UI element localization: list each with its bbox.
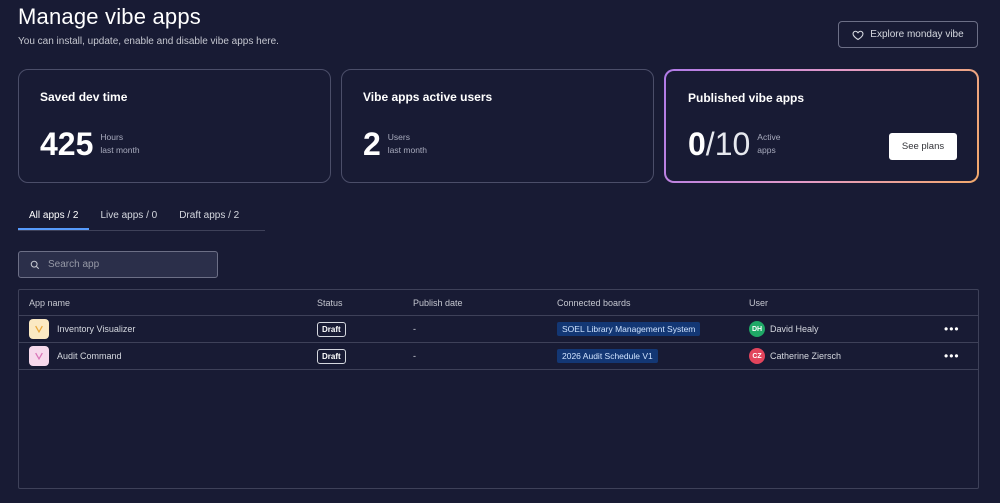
user-cell: CZ Catherine Ziersch [749, 343, 841, 369]
app-icon [29, 319, 49, 339]
row-menu-cell: ••• [944, 343, 960, 369]
caption-bottom: apps [757, 145, 776, 155]
metric-caption: Active apps [757, 131, 780, 157]
column-header-connected-boards: Connected boards [557, 297, 631, 308]
boards-cell: SOEL Library Management System [557, 316, 701, 342]
metric-value: 0/10 [688, 128, 750, 160]
search-box [18, 251, 218, 278]
metric-caption: Users last month [388, 131, 427, 157]
explore-monday-vibe-button[interactable]: Explore monday vibe [838, 21, 978, 48]
publish-date: - [413, 351, 416, 361]
metric-value-main: 0 [688, 126, 706, 162]
apps-table: App name Status Publish date Connected b… [18, 289, 979, 489]
app-name-cell: Inventory Visualizer [29, 316, 135, 342]
caption-top: Active [757, 132, 781, 142]
caption-bottom: last month [387, 145, 428, 155]
filter-tabs: All apps / 2 Live apps / 0 Draft apps / … [18, 202, 265, 231]
column-header-user: User [749, 297, 769, 308]
metric: 425 Hours last month [40, 128, 140, 160]
app-icon [29, 346, 49, 366]
search-icon [30, 260, 40, 269]
column-header-status: Status [317, 297, 343, 308]
column-header-app-name: App name [29, 297, 71, 308]
metric-value: 2 [363, 126, 381, 162]
app-name[interactable]: Inventory Visualizer [57, 324, 135, 334]
more-options-icon[interactable]: ••• [944, 349, 960, 363]
status-badge: Draft [317, 321, 346, 337]
avatar: CZ [749, 348, 765, 364]
tab-live-apps[interactable]: Live apps / 0 [89, 202, 168, 230]
avatar: DH [749, 321, 765, 337]
metric: 0/10 Active apps [688, 128, 780, 160]
published-apps-card: Published vibe apps 0/10 Active apps See… [664, 69, 979, 183]
table-header: App name Status Publish date Connected b… [19, 290, 978, 316]
card-title: Vibe apps active users [363, 90, 493, 104]
connected-board-chip[interactable]: 2026 Audit Schedule V1 [557, 349, 658, 363]
status-badge: Draft [317, 348, 346, 364]
caption-top: Hours [100, 132, 124, 142]
connected-board-chip[interactable]: SOEL Library Management System [557, 322, 701, 336]
user-name: Catherine Ziersch [770, 351, 842, 361]
boards-cell: 2026 Audit Schedule V1 [557, 343, 658, 369]
saved-dev-time-card: Saved dev time 425 Hours last month [18, 69, 331, 183]
user-name: David Healy [770, 324, 819, 334]
vibe-app-icon [35, 352, 43, 361]
card-title: Published vibe apps [688, 91, 805, 105]
page-title: Manage vibe apps [18, 4, 201, 29]
search-input[interactable] [48, 259, 208, 270]
page-subtitle: You can install, update, enable and disa… [18, 36, 279, 47]
caption-top: Users [387, 132, 410, 142]
tab-draft-apps[interactable]: Draft apps / 2 [168, 202, 250, 230]
card-title: Saved dev time [40, 90, 128, 104]
more-options-icon[interactable]: ••• [944, 322, 960, 336]
see-plans-button[interactable]: See plans [889, 133, 957, 160]
metric: 2 Users last month [363, 128, 427, 160]
caption-bottom: last month [100, 145, 140, 155]
tab-all-apps[interactable]: All apps / 2 [18, 202, 90, 230]
table-row[interactable]: Audit Command Draft - 2026 Audit Schedul… [19, 343, 978, 370]
metric-value-total: /10 [705, 126, 751, 162]
vibe-app-icon [35, 325, 43, 334]
user-cell: DH David Healy [749, 316, 819, 342]
column-header-publish-date: Publish date [413, 297, 463, 308]
table-row[interactable]: Inventory Visualizer Draft - SOEL Librar… [19, 316, 978, 343]
metric-caption: Hours last month [100, 131, 139, 157]
status-cell: Draft [317, 343, 346, 369]
app-name[interactable]: Audit Command [57, 351, 122, 361]
explore-button-label: Explore monday vibe [870, 29, 964, 40]
app-name-cell: Audit Command [29, 343, 122, 369]
active-users-card: Vibe apps active users 2 Users last mont… [341, 69, 654, 183]
heart-icon [852, 30, 864, 40]
status-cell: Draft [317, 316, 346, 342]
metric-value: 425 [40, 126, 94, 162]
publish-date: - [413, 324, 416, 334]
row-menu-cell: ••• [944, 316, 960, 342]
